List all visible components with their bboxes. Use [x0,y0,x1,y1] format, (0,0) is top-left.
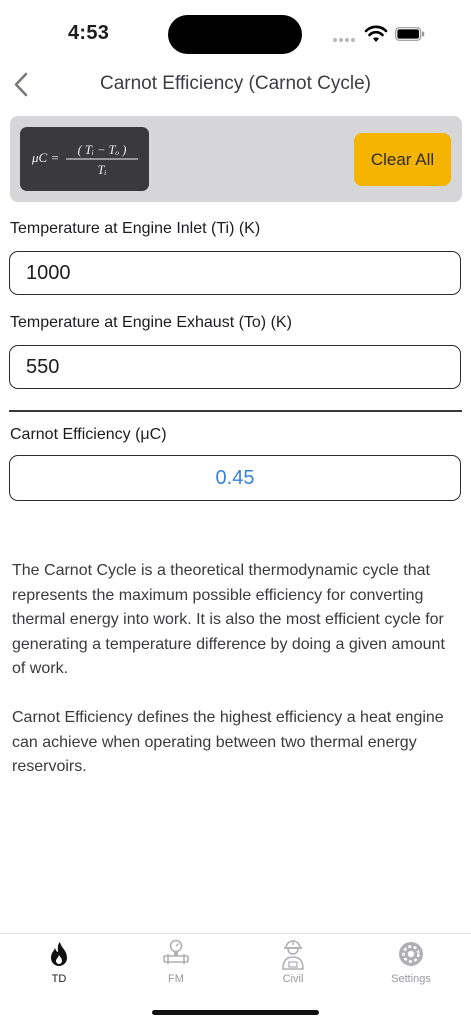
home-indicator [152,1010,319,1015]
tab-bar-divider [0,933,471,934]
tab-civil[interactable]: Civil [238,938,348,985]
worker-icon [282,940,304,970]
inlet-temperature-label: Temperature at Engine Inlet (Ti) (K) [10,220,261,237]
cellular-signal-icon [333,38,357,44]
gear-icon [399,942,423,966]
inlet-temperature-input[interactable] [10,252,460,294]
carnot-formula: μC = ( Tᵢ − Tₒ ) Tᵢ [31,143,138,177]
tab-label: Settings [391,973,431,985]
tab-label: Civil [282,973,304,985]
tab-fm[interactable]: FM [121,938,231,985]
section-divider [9,410,462,412]
battery-icon [395,27,425,41]
tab-label: FM [168,973,184,985]
carnot-cycle-description: The Carnot Cycle is a theoretical thermo… [12,562,445,678]
page-title: Carnot Efficiency (Carnot Cycle) [99,73,372,94]
flame-icon [51,942,67,966]
efficiency-result-label: Carnot Efficiency (μC) [10,426,167,443]
efficiency-result-value: 0.45 [9,455,461,501]
status-time: 4:53 [68,22,110,44]
dynamic-island [168,15,302,54]
tab-label: TD [51,973,67,985]
exhaust-temperature-label: Temperature at Engine Exhaust (To) (K) [10,314,292,331]
formula-numerator: ( Tᵢ − Tₒ ) [78,143,127,157]
formula-denominator: Tᵢ [98,163,107,177]
clear-all-button[interactable]: Clear All [354,133,451,186]
inlet-temperature-field[interactable] [9,251,461,295]
exhaust-temperature-field[interactable] [9,345,461,389]
formula-card: μC = ( Tᵢ − Tₒ ) Tᵢ [20,127,149,191]
tab-settings[interactable]: Settings [356,938,466,985]
exhaust-temperature-input[interactable] [10,346,460,388]
formula-lhs: μC = [31,150,59,165]
wifi-icon [364,25,388,42]
pressure-gauge-icon [163,939,189,964]
carnot-efficiency-description: Carnot Efficiency defines the highest ef… [12,709,444,776]
tab-td[interactable]: TD [4,938,114,985]
